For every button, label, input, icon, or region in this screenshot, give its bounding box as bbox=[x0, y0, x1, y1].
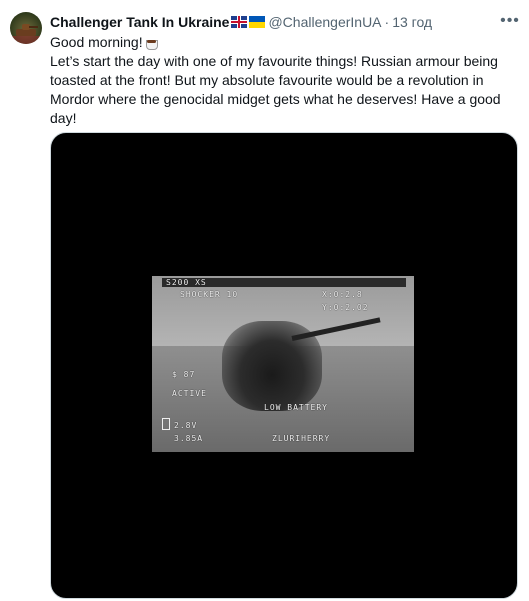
hud-low-battery: LOW BATTERY bbox=[264, 403, 328, 412]
separator-dot: · bbox=[384, 14, 390, 30]
tweet-body: Let’s start the day with one of my favou… bbox=[50, 53, 501, 126]
video-frame: S200 XS SHOCKER 10 X:0:2.8 Y:0:2.02 $ 87… bbox=[152, 276, 414, 452]
hud-altitude: $ 87 bbox=[172, 370, 196, 379]
hud-x: X:0:2.8 bbox=[322, 290, 363, 299]
hud-voltage: 2.8V bbox=[174, 421, 198, 430]
hud-name: SHOCKER 10 bbox=[180, 290, 239, 299]
user-handle[interactable]: @ChallengerInUA bbox=[268, 14, 381, 30]
battery-icon bbox=[162, 418, 170, 430]
flag-ua-icon bbox=[249, 16, 266, 28]
hud-mode: ACTIVE bbox=[172, 389, 207, 398]
hud-y: Y:0:2.02 bbox=[322, 303, 369, 312]
video-player[interactable]: S200 XS SHOCKER 10 X:0:2.8 Y:0:2.02 $ 87… bbox=[50, 132, 518, 599]
coffee-cup-icon bbox=[145, 36, 159, 50]
more-icon[interactable]: ••• bbox=[499, 12, 521, 30]
hud-recording: ZLURIHERRY bbox=[272, 434, 331, 443]
tweet-card[interactable]: Challenger Tank In Ukraine @ChallengerIn… bbox=[0, 0, 529, 601]
timestamp[interactable]: 13 год bbox=[392, 14, 432, 30]
avatar[interactable] bbox=[10, 12, 42, 44]
hud-current: 3.85A bbox=[174, 434, 204, 443]
display-name[interactable]: Challenger Tank In Ukraine bbox=[50, 14, 229, 30]
tweet-header: Challenger Tank In Ukraine @ChallengerIn… bbox=[50, 13, 432, 31]
hud-top-bar: S200 XS bbox=[162, 278, 406, 287]
tweet-greeting: Good morning! bbox=[50, 34, 143, 50]
tweet-text: Good morning! Let’s start the day with o… bbox=[50, 33, 520, 128]
flag-uk-icon bbox=[231, 16, 248, 28]
